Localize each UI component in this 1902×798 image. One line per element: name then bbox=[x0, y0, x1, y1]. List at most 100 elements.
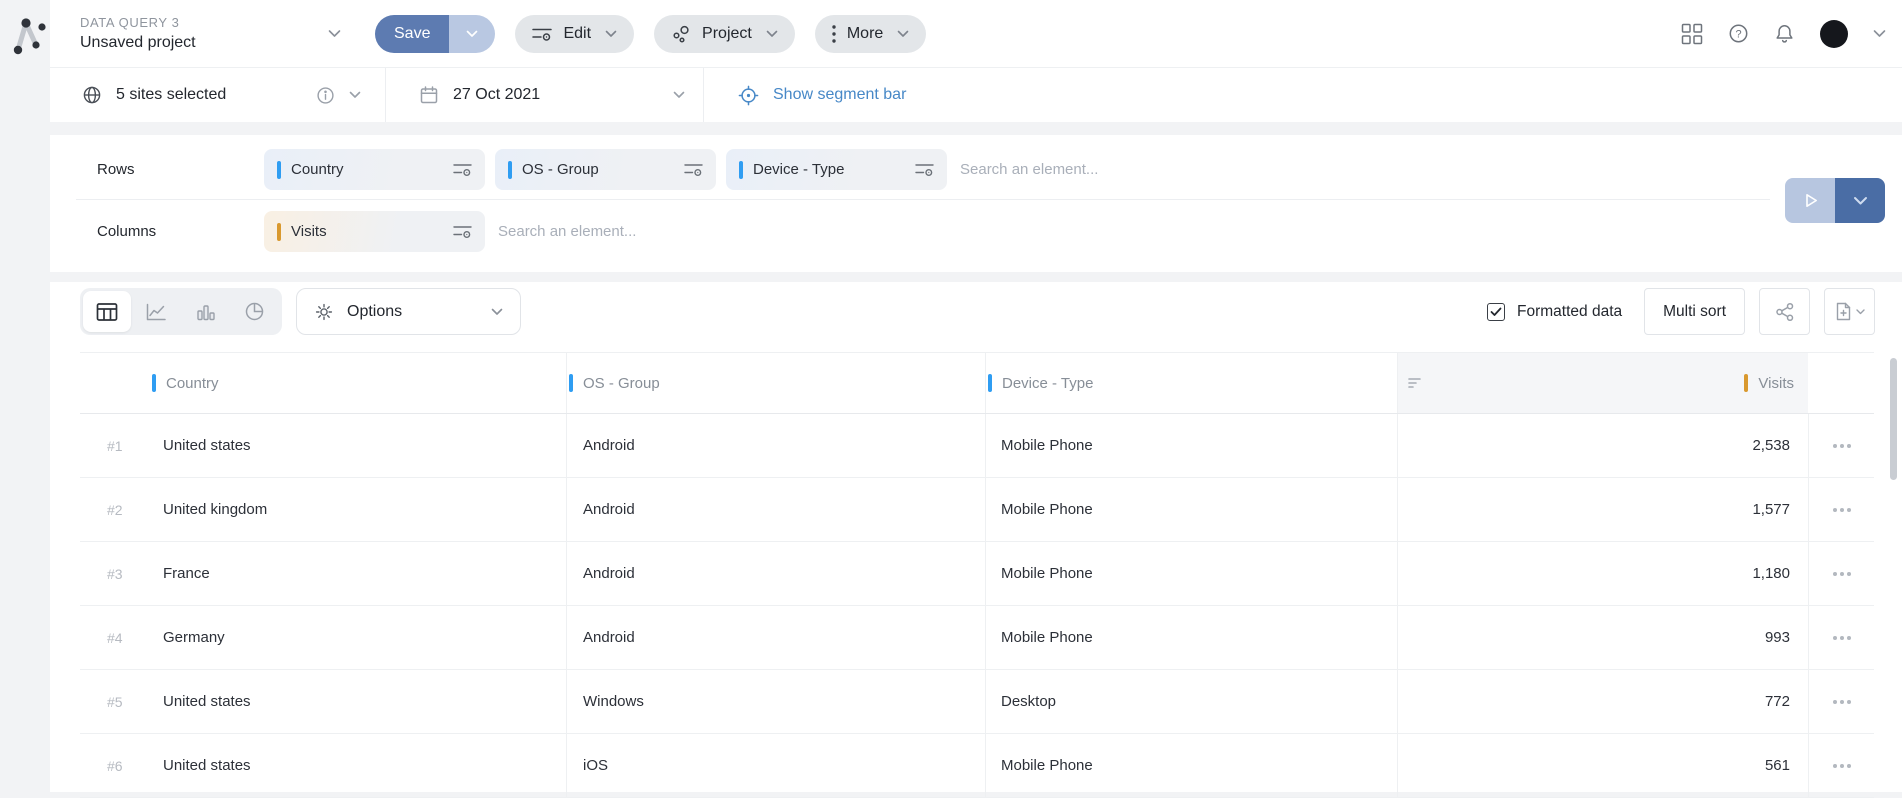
dimension-accent-bar bbox=[739, 161, 743, 179]
kebab-menu-icon bbox=[832, 25, 836, 43]
chevron-down-icon bbox=[1853, 196, 1868, 206]
country-column-header[interactable]: Country bbox=[152, 353, 566, 413]
share-icon bbox=[1775, 302, 1795, 322]
date-chevron-down-icon[interactable] bbox=[673, 91, 685, 99]
visits-cell: 2,538 bbox=[1397, 414, 1808, 477]
calendar-icon bbox=[419, 85, 439, 105]
chevron-down-icon bbox=[491, 308, 503, 316]
row-rank: #5 bbox=[80, 670, 152, 733]
dimension-accent-bar bbox=[569, 374, 573, 392]
top-header: DATA QUERY 3 Unsaved project Save Edit bbox=[50, 0, 1902, 67]
row-menu-button[interactable] bbox=[1827, 502, 1857, 518]
multi-sort-button[interactable]: Multi sort bbox=[1644, 288, 1745, 335]
context-bar: 5 sites selected 27 Oct 2021 bbox=[50, 67, 1902, 122]
table-row: #5 United states Windows Desktop 772 bbox=[80, 670, 1874, 734]
piano-analytics-logo-icon bbox=[6, 10, 48, 56]
metric-chip-visits[interactable]: Visits bbox=[264, 211, 485, 252]
site-chevron-down-icon[interactable] bbox=[349, 91, 361, 99]
dimension-chip-label: Device - Type bbox=[753, 161, 915, 178]
chevron-down-icon bbox=[897, 30, 909, 38]
more-button[interactable]: More bbox=[815, 15, 926, 53]
columns-label: Columns bbox=[97, 223, 264, 240]
row-rank: #3 bbox=[80, 542, 152, 605]
query-title-block[interactable]: DATA QUERY 3 Unsaved project bbox=[80, 15, 328, 52]
apps-grid-button[interactable] bbox=[1681, 23, 1703, 45]
run-options-chevron-button[interactable] bbox=[1835, 178, 1885, 223]
row-menu-button[interactable] bbox=[1827, 566, 1857, 582]
chevron-down-icon bbox=[466, 30, 478, 38]
export-button[interactable] bbox=[1824, 288, 1875, 335]
visits-cell: 1,577 bbox=[1397, 478, 1808, 541]
app-logo[interactable] bbox=[6, 10, 48, 61]
visits-column-header[interactable]: Visits bbox=[1397, 353, 1808, 413]
segment-target-icon bbox=[738, 85, 759, 106]
pie-chart-view-button[interactable] bbox=[231, 291, 279, 332]
os-cell: Android bbox=[566, 414, 985, 477]
row-menu-button[interactable] bbox=[1827, 630, 1857, 646]
device-cell: Mobile Phone bbox=[985, 414, 1397, 477]
dimension-accent-bar bbox=[277, 161, 281, 179]
formatted-data-checkbox[interactable] bbox=[1487, 303, 1505, 321]
row-menu-button[interactable] bbox=[1827, 438, 1857, 454]
os-column-header[interactable]: OS - Group bbox=[566, 353, 985, 413]
bar-chart-view-button[interactable] bbox=[182, 291, 230, 332]
dimension-chip-os-group[interactable]: OS - Group bbox=[495, 149, 716, 190]
country-cell: Germany bbox=[152, 606, 566, 669]
save-split-button: Save bbox=[375, 15, 495, 53]
table-view-button[interactable] bbox=[83, 291, 131, 332]
help-button[interactable]: ? bbox=[1728, 23, 1749, 44]
country-cell: France bbox=[152, 542, 566, 605]
rows-search-input[interactable] bbox=[960, 161, 1220, 178]
site-selector-label: 5 sites selected bbox=[116, 86, 226, 104]
title-chevron-down-icon[interactable] bbox=[328, 29, 341, 38]
row-rank: #6 bbox=[80, 734, 152, 797]
show-segment-bar-link[interactable]: Show segment bar bbox=[773, 86, 906, 104]
more-button-label: More bbox=[847, 25, 883, 43]
project-button[interactable]: Project bbox=[654, 15, 795, 53]
date-selector-label: 27 Oct 2021 bbox=[453, 86, 540, 104]
chip-filter-settings-icon[interactable] bbox=[453, 224, 472, 239]
chip-filter-settings-icon[interactable] bbox=[915, 162, 934, 177]
save-options-chevron-button[interactable] bbox=[449, 15, 495, 53]
country-cell: United kingdom bbox=[152, 478, 566, 541]
line-chart-view-button[interactable] bbox=[132, 291, 180, 332]
notifications-button[interactable] bbox=[1774, 23, 1795, 45]
column-header-label: Visits bbox=[1758, 375, 1794, 392]
options-button[interactable]: Options bbox=[296, 288, 521, 335]
device-cell: Mobile Phone bbox=[985, 606, 1397, 669]
edit-button[interactable]: Edit bbox=[515, 15, 634, 53]
metric-accent-bar bbox=[1744, 374, 1748, 392]
visits-cell: 772 bbox=[1397, 670, 1808, 733]
dimension-accent-bar bbox=[988, 374, 992, 392]
segment-section: Show segment bar bbox=[704, 68, 906, 122]
pie-chart-icon bbox=[244, 301, 265, 322]
device-column-header[interactable]: Device - Type bbox=[985, 353, 1397, 413]
os-cell: Android bbox=[566, 542, 985, 605]
date-selector[interactable]: 27 Oct 2021 bbox=[386, 68, 704, 122]
vertical-scrollbar[interactable] bbox=[1890, 358, 1897, 480]
rows-label: Rows bbox=[97, 161, 264, 178]
run-query-button[interactable] bbox=[1785, 178, 1835, 223]
country-cell: United states bbox=[152, 670, 566, 733]
user-avatar[interactable] bbox=[1820, 20, 1848, 48]
table-toolbar-right: Formatted data Multi sort bbox=[1487, 288, 1875, 335]
save-button[interactable]: Save bbox=[375, 15, 449, 53]
os-cell: Windows bbox=[566, 670, 985, 733]
dimension-chip-country[interactable]: Country bbox=[264, 149, 485, 190]
columns-row: Columns Visits bbox=[50, 211, 1902, 252]
row-menu-button[interactable] bbox=[1827, 758, 1857, 774]
os-cell: Android bbox=[566, 606, 985, 669]
column-header-label: Device - Type bbox=[1002, 375, 1093, 392]
row-menu-column-header bbox=[1808, 353, 1874, 413]
chip-filter-settings-icon[interactable] bbox=[453, 162, 472, 177]
account-chevron-down-icon[interactable] bbox=[1873, 29, 1886, 38]
metric-chip-label: Visits bbox=[291, 223, 453, 240]
row-menu-button[interactable] bbox=[1827, 694, 1857, 710]
share-button[interactable] bbox=[1759, 288, 1810, 335]
chip-filter-settings-icon[interactable] bbox=[684, 162, 703, 177]
dimension-chip-device-type[interactable]: Device - Type bbox=[726, 149, 947, 190]
svg-text:?: ? bbox=[1735, 29, 1741, 41]
info-icon[interactable] bbox=[316, 86, 335, 105]
site-selector[interactable]: 5 sites selected bbox=[50, 68, 386, 122]
columns-search-input[interactable] bbox=[498, 223, 758, 240]
